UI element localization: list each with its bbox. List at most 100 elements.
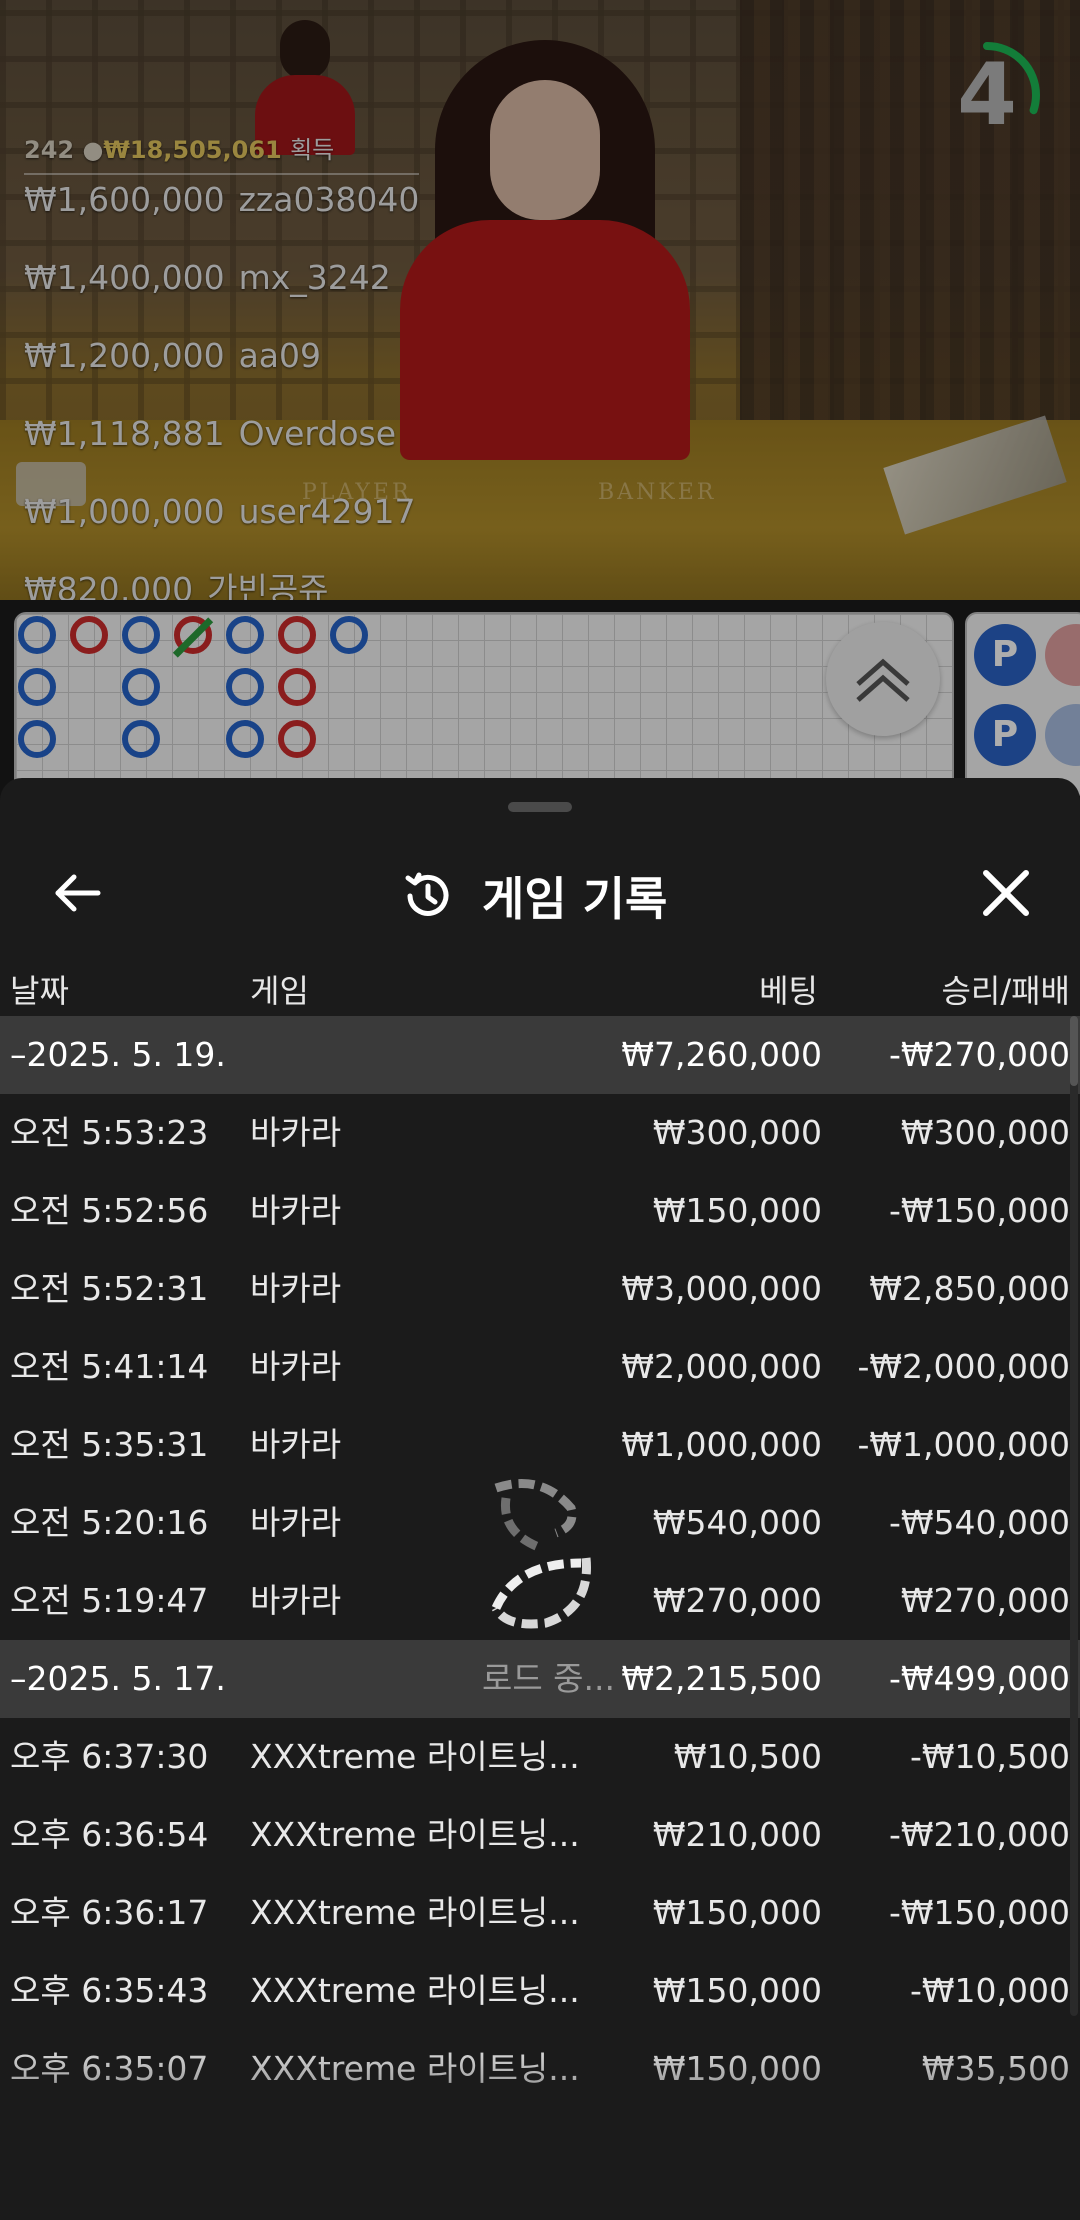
row-game: 바카라 (250, 1113, 342, 1152)
row-bet: ₩270,000 (652, 1581, 822, 1620)
row-bet: ₩150,000 (652, 2049, 822, 2088)
history-row[interactable]: 오후 6:35:43 XXXtreme 라이트닝... ₩150,000 -₩10,0… (0, 1952, 1080, 2030)
history-row[interactable]: 오후 6:35:07 XXXtreme 라이트닝... ₩150,000 ₩35,50… (0, 2030, 1080, 2108)
leaderboard-entry: ₩1,600,000 zza038040 (24, 179, 419, 257)
player-bead: P (974, 624, 1036, 686)
sheet-title: 게임 기록 (400, 866, 667, 926)
banker-bead (1045, 624, 1080, 686)
entry-player-name: mx_3242 (238, 258, 391, 297)
player-circle (18, 616, 56, 654)
leaderboard-entry: ₩820,000 가빈공쥬 (24, 569, 419, 600)
row-time: 오후 6:35:43 (10, 1971, 209, 2010)
col-bet: 베팅 (759, 972, 818, 1010)
banker-circle (278, 720, 316, 758)
scrollbar[interactable] (1070, 1016, 1078, 2016)
row-time: 오전 5:35:31 (10, 1425, 209, 1464)
entry-player-name: aa09 (238, 336, 322, 375)
player-circle (226, 616, 264, 654)
row-winloss: -₩210,000 (888, 1815, 1070, 1854)
felt-banker-label: BANKER (598, 480, 717, 505)
row-winloss: -₩540,000 (888, 1503, 1070, 1542)
player-count: 242 (24, 136, 75, 164)
group-winloss-total: -₩270,000 (888, 1035, 1070, 1074)
row-winloss: -₩1,000,000 (857, 1425, 1071, 1464)
player-circle (330, 616, 368, 654)
entry-amount: ₩1,118,881 (24, 414, 225, 453)
history-row[interactable]: 오후 6:36:17 XXXtreme 라이트닝... ₩150,000 -₩150,… (0, 1874, 1080, 1952)
chevron-double-up-icon (856, 658, 910, 702)
row-game: 바카라 (250, 1347, 342, 1386)
history-row[interactable]: 오후 6:36:54 XXXtreme 라이트닝... ₩210,000 -₩210,… (0, 1796, 1080, 1874)
sheet-header: 게임 기록 (0, 828, 1080, 958)
player-bead: P (974, 704, 1036, 766)
row-time: 오후 6:37:30 (10, 1737, 209, 1776)
column-headers: 날짜 게임 베팅 승리/패배 (0, 956, 1080, 1016)
entry-player-name: Overdose (238, 414, 397, 453)
leaderboard-header: 242 ●₩18,505,061 획득 (24, 130, 420, 175)
row-winloss: ₩270,000 (900, 1581, 1070, 1620)
row-winloss: -₩10,500 (909, 1737, 1070, 1776)
close-button[interactable] (976, 863, 1036, 923)
row-bet: ₩10,500 (673, 1737, 822, 1776)
date-group-row[interactable]: –2025. 5. 19. ₩7,260,000 -₩270,000 (0, 1016, 1080, 1094)
bead-road (14, 612, 954, 796)
row-time: 오후 6:35:07 (10, 2049, 209, 2088)
history-row[interactable]: 오전 5:41:14 바카라 ₩2,000,000 -₩2,000,000 (0, 1328, 1080, 1406)
row-bet: ₩150,000 (652, 1971, 822, 2010)
date-group-row[interactable]: –2025. 5. 17. 로드 중... ₩2,215,500 -₩499,000 (0, 1640, 1080, 1718)
history-row[interactable]: 오전 5:52:31 바카라 ₩3,000,000 ₩2,850,000 (0, 1250, 1080, 1328)
loading-spinner-icon (491, 1479, 591, 1629)
row-time: 오전 5:52:31 (10, 1269, 209, 1308)
row-game: XXXtreme 라이트닝... (250, 1893, 580, 1932)
row-game: XXXtreme 라이트닝... (250, 1971, 580, 2010)
row-winloss: -₩2,000,000 (857, 1347, 1071, 1386)
row-game: 바카라 (250, 1503, 342, 1542)
entry-player-name: user42917 (238, 492, 416, 531)
person-icon: ● (82, 136, 104, 164)
won-label: 획득 (290, 136, 335, 164)
winners-leaderboard: 242 ●₩18,505,061 획득 ₩1,600,000 zza038040 ₩… (24, 130, 420, 600)
row-bet: ₩300,000 (652, 1113, 822, 1152)
player-circle (122, 616, 160, 654)
entry-amount: ₩820,000 (24, 570, 194, 600)
loading-label: 로드 중... (481, 1659, 615, 1698)
drag-handle[interactable] (508, 802, 572, 812)
row-game: 바카라 (250, 1425, 342, 1464)
row-bet: ₩210,000 (652, 1815, 822, 1854)
history-row[interactable]: 오후 6:37:30 XXXtreme 라이트닝... ₩10,500 -₩10,50… (0, 1718, 1080, 1796)
history-row[interactable]: 오전 5:52:56 바카라 ₩150,000 -₩150,000 (0, 1172, 1080, 1250)
row-time: 오전 5:41:14 (10, 1347, 209, 1386)
entry-amount: ₩1,000,000 (24, 492, 225, 531)
row-bet: ₩2,000,000 (621, 1347, 822, 1386)
banker-circle (278, 668, 316, 706)
row-time: 오후 6:36:54 (10, 1815, 209, 1854)
player-circle (122, 668, 160, 706)
history-row[interactable]: 오전 5:35:31 바카라 ₩1,000,000 -₩1,000,000 (0, 1406, 1080, 1484)
group-date: –2025. 5. 17. (10, 1659, 226, 1698)
row-bet: ₩540,000 (652, 1503, 822, 1542)
close-icon (983, 870, 1029, 916)
group-date: –2025. 5. 19. (10, 1035, 226, 1074)
player-circle (18, 720, 56, 758)
scrollbar-thumb[interactable] (1070, 1016, 1078, 1086)
entry-amount: ₩1,600,000 (24, 180, 225, 219)
leaderboard-entry: ₩1,200,000 aa09 (24, 335, 419, 413)
row-winloss: -₩10,000 (909, 1971, 1070, 2010)
row-time: 오전 5:20:16 (10, 1503, 209, 1542)
row-winloss: ₩35,500 (921, 2049, 1070, 2088)
dealer (380, 40, 710, 460)
bead (1045, 704, 1080, 766)
back-button[interactable] (48, 863, 108, 923)
entry-player-name: zza038040 (238, 180, 420, 219)
live-video: PLAYER BANKER 242 ●₩18,505,061 획득 ₩1,600… (0, 0, 1080, 600)
expand-road-button[interactable] (826, 622, 940, 736)
row-bet: ₩150,000 (652, 1191, 822, 1230)
history-row[interactable]: 오전 5:53:23 바카라 ₩300,000 ₩300,000 (0, 1094, 1080, 1172)
player-circle (122, 720, 160, 758)
col-winloss: 승리/패배 (941, 972, 1070, 1010)
group-winloss-total: -₩499,000 (888, 1659, 1070, 1698)
row-game: XXXtreme 라이트닝... (250, 1737, 580, 1776)
row-game: 바카라 (250, 1581, 342, 1620)
entry-player-name: 가빈공쥬 (207, 570, 329, 600)
row-winloss: ₩2,850,000 (869, 1269, 1070, 1308)
